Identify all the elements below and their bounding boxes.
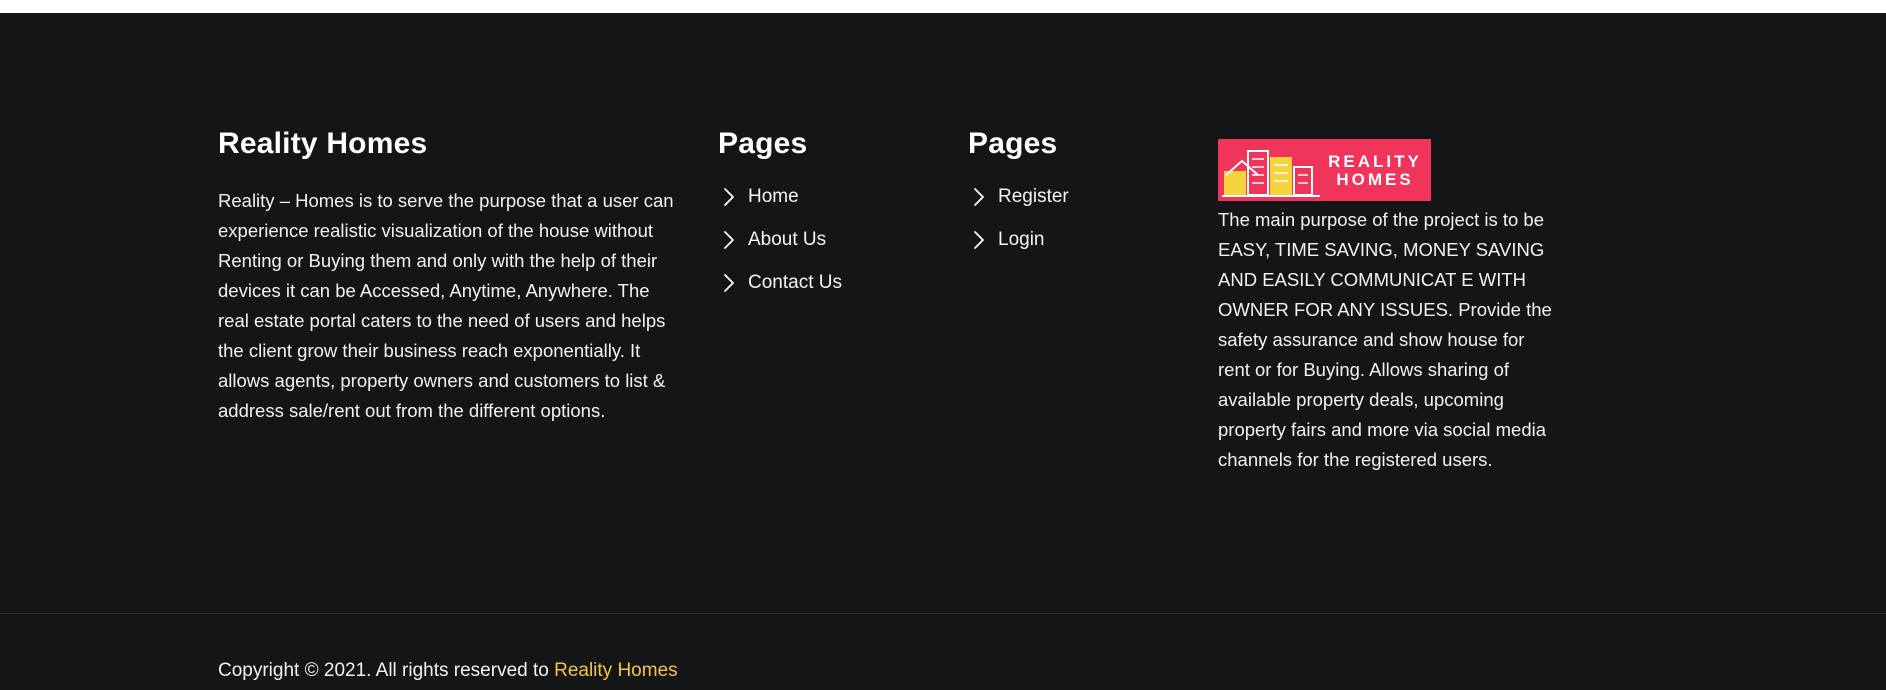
footer-columns: Reality Homes Reality – Homes is to serv… xyxy=(218,126,1668,536)
footer-account-pages-column: Pages Register Login xyxy=(968,126,1188,271)
chevron-right-icon xyxy=(974,188,984,206)
copyright-text: Copyright © 2021. All rights reserved to xyxy=(218,660,555,681)
footer-link-label: Contact Us xyxy=(748,272,842,293)
copyright-brand-link[interactable]: Reality Homes xyxy=(554,660,678,681)
footer-link-home[interactable]: Home xyxy=(718,185,938,209)
footer-link-label: Home xyxy=(748,186,799,207)
chevron-right-icon xyxy=(974,231,984,249)
footer-link-login[interactable]: Login xyxy=(968,228,1188,252)
footer-link-about-us[interactable]: About Us xyxy=(718,228,938,252)
footer-link-register[interactable]: Register xyxy=(968,185,1188,209)
chevron-right-icon xyxy=(724,231,734,249)
footer-account-pages-list: Register Login xyxy=(968,185,1188,252)
reality-homes-logo[interactable]: REALITY HOMES xyxy=(1218,139,1431,201)
footer-brand-column: REALITY HOMES The main purpose of the pr… xyxy=(1218,139,1558,475)
footer-pages-title: Pages xyxy=(718,127,808,160)
footer-link-label: About Us xyxy=(748,229,827,250)
footer-account-pages-title: Pages xyxy=(968,127,1058,160)
logo-wordmark: REALITY HOMES xyxy=(1320,153,1430,189)
footer-pages-list: Home About Us Contact Us xyxy=(718,185,938,295)
copyright-notice: Copyright © 2021. All rights reserved to… xyxy=(218,660,678,682)
building-logo-icon xyxy=(1222,150,1320,197)
footer-link-label: Register xyxy=(998,186,1069,207)
site-footer: Reality Homes Reality – Homes is to serv… xyxy=(0,13,1886,690)
logo-wordmark-line1: REALITY xyxy=(1328,152,1422,171)
chevron-right-icon xyxy=(724,274,734,292)
footer-divider xyxy=(0,613,1886,614)
footer-about-title: Reality Homes xyxy=(218,127,428,160)
logo-wordmark-line2: HOMES xyxy=(1336,170,1414,189)
page-top-strip xyxy=(0,0,1886,13)
chevron-right-icon xyxy=(724,188,734,206)
footer-link-label: Login xyxy=(998,229,1045,250)
footer-link-contact-us[interactable]: Contact Us xyxy=(718,271,938,295)
footer-brand-text: The main purpose of the project is to be… xyxy=(1218,209,1552,470)
footer-pages-column: Pages Home About Us Contact Us xyxy=(718,126,938,314)
footer-about-column: Reality Homes Reality – Homes is to serv… xyxy=(218,126,678,426)
footer-about-text: Reality – Homes is to serve the purpose … xyxy=(218,190,674,421)
